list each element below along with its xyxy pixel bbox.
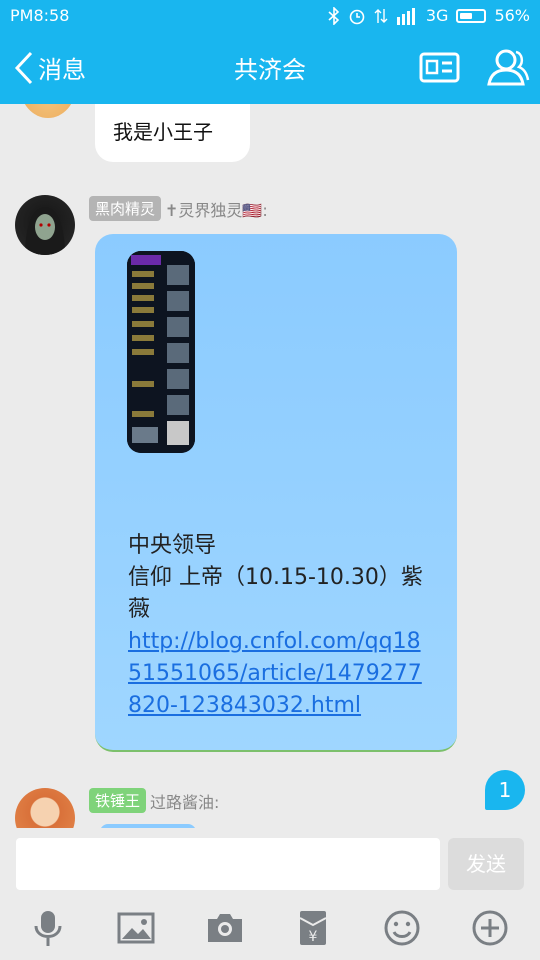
svg-text:¥: ¥: [309, 929, 318, 945]
plus-circle-icon: [472, 910, 508, 946]
camera-button[interactable]: [205, 908, 245, 948]
message-text: 我是小王子: [113, 120, 213, 144]
message-bubble[interactable]: 我是小王子: [95, 104, 250, 162]
message-input[interactable]: [16, 838, 440, 890]
message-bubble[interactable]: 中央领导 信仰 上帝（10.15-10.30）紫薇 http://blog.cn…: [95, 234, 457, 752]
smiley-icon: [384, 910, 420, 946]
sender-name[interactable]: 过路酱油:: [150, 789, 219, 813]
group-profile-button[interactable]: [418, 46, 462, 90]
message-line: 信仰 上帝（10.15-10.30）紫薇: [128, 565, 423, 622]
red-packet-icon: ¥: [299, 911, 327, 945]
image-thumbnail[interactable]: [127, 251, 195, 453]
member-badge: 黑肉精灵: [89, 196, 162, 221]
voice-button[interactable]: [28, 908, 68, 948]
message-link[interactable]: http://blog.cnfol.com/qq1851551065/artic…: [128, 626, 428, 722]
sender-line: 铁锤王 过路酱油:: [89, 788, 219, 813]
chat-area[interactable]: 我是小王子 黑肉精灵 ✝灵界独灵🇺🇸: 中央领导 信仰 上帝（10.15-10.…: [0, 104, 540, 828]
avatar[interactable]: [15, 788, 75, 828]
title-bar: 消息 共济会: [0, 32, 540, 104]
battery-percent: 56%: [494, 6, 530, 25]
thumbnail-picture-icon: [127, 251, 195, 453]
avatar[interactable]: [15, 195, 75, 255]
photo-button[interactable]: [116, 908, 156, 948]
battery-icon: [456, 8, 487, 23]
members-button[interactable]: [486, 46, 530, 90]
send-button[interactable]: 发送: [448, 838, 524, 890]
id-card-icon: [419, 52, 460, 83]
member-badge: 铁锤王: [89, 788, 147, 813]
message-line: 中央领导: [128, 533, 217, 558]
bluetooth-icon: [328, 6, 340, 25]
status-time: PM8:58: [10, 6, 70, 25]
sender-line: 黑肉精灵 ✝灵界独灵🇺🇸:: [89, 196, 268, 221]
data-transfer-icon: [374, 8, 388, 23]
camera-icon: [208, 914, 242, 942]
more-button[interactable]: [470, 908, 510, 948]
message-text: 中央领导 信仰 上帝（10.15-10.30）紫薇 http://blog.cn…: [128, 530, 428, 722]
signal-icon: [396, 7, 415, 25]
status-icons: 3G 56%: [328, 6, 530, 25]
red-packet-button[interactable]: ¥: [293, 908, 333, 948]
battery-fill: [460, 12, 473, 19]
avatar[interactable]: [20, 104, 76, 118]
avatar-image-icon: [25, 207, 65, 255]
network-type: 3G: [425, 6, 449, 25]
status-bar: PM8:58 3G 56%: [0, 0, 540, 32]
microphone-icon: [34, 911, 62, 946]
alarm-icon: [349, 9, 365, 24]
sender-name[interactable]: ✝灵界独灵🇺🇸:: [165, 197, 268, 221]
emoji-button[interactable]: [382, 908, 422, 948]
image-icon: [117, 912, 155, 944]
unread-count-badge[interactable]: 1: [485, 770, 525, 810]
input-bar: 发送 ¥: [0, 828, 540, 960]
group-members-icon: [487, 49, 530, 86]
